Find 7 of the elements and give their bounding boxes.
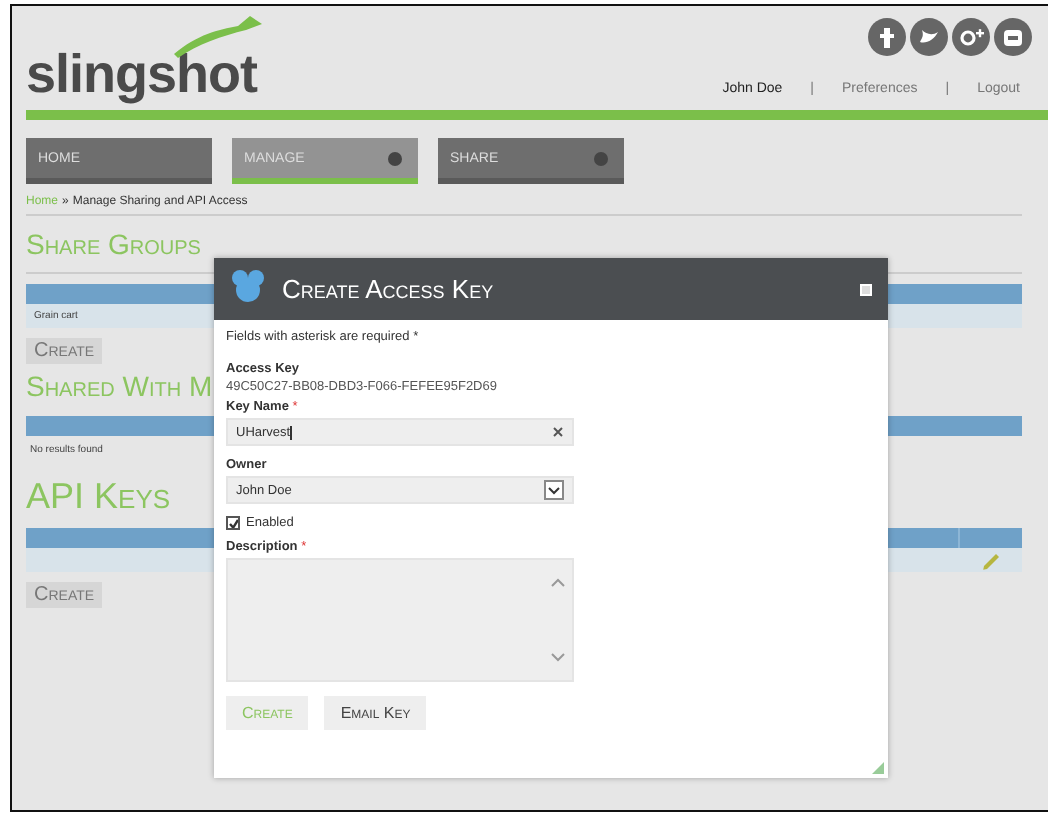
- create-button[interactable]: Create: [26, 582, 103, 608]
- create-button[interactable]: Create: [26, 338, 103, 364]
- dialog-title: Create Access Key: [282, 274, 494, 304]
- logo: slingshot: [26, 44, 257, 104]
- section-heading: Shared With M: [26, 368, 213, 406]
- email-key-button[interactable]: Email Key: [324, 696, 427, 730]
- section-heading: API Keys: [26, 474, 171, 518]
